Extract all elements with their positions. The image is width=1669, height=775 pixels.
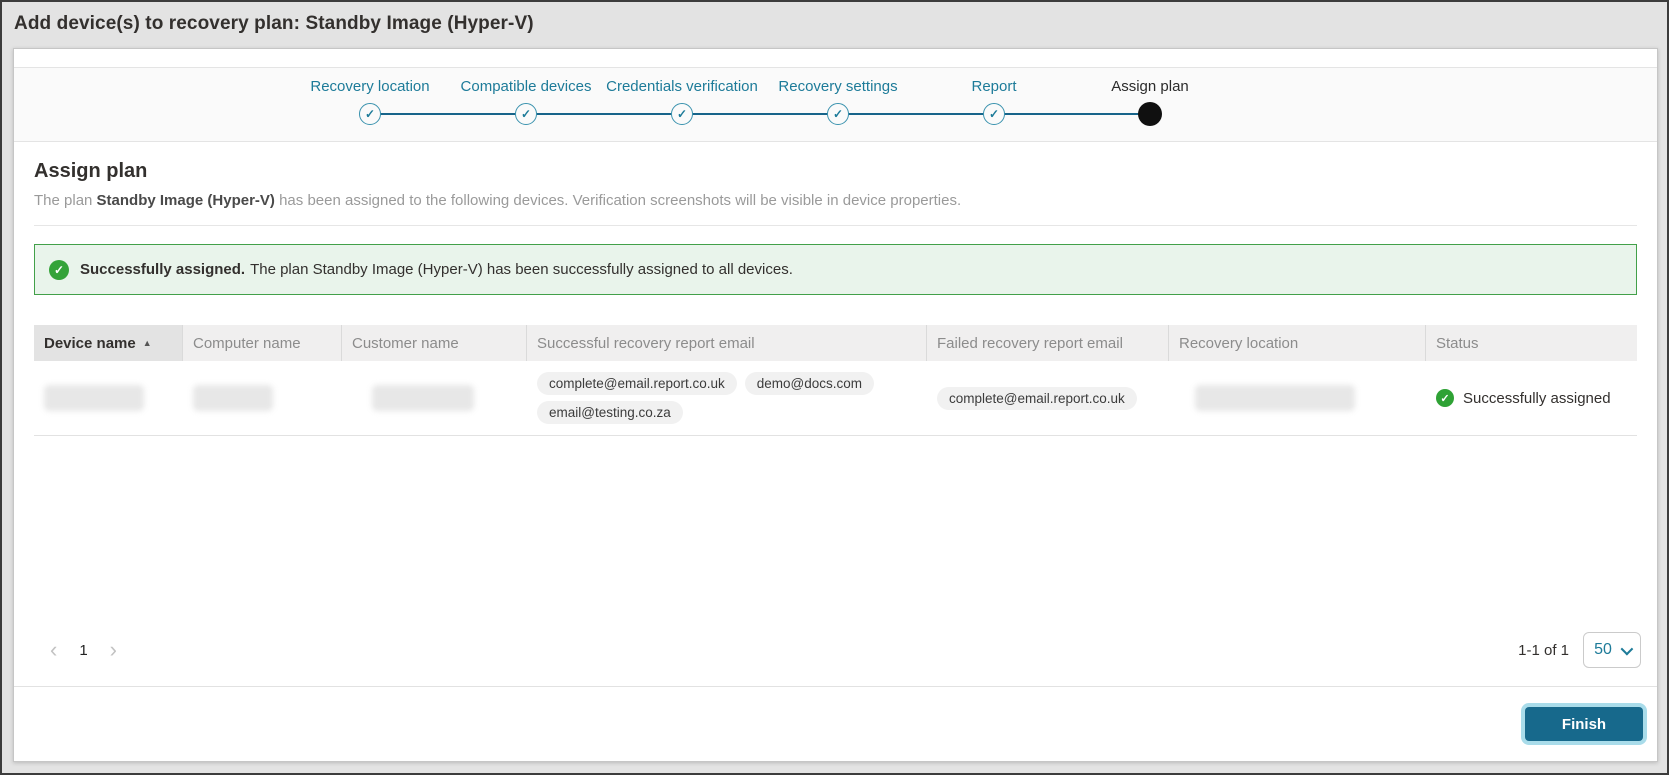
step-current-dot-icon: [1138, 102, 1162, 126]
next-page-icon[interactable]: ›: [108, 639, 119, 661]
cell-status: ✓ Successfully assigned: [1426, 361, 1637, 435]
column-header-successful-email[interactable]: Successful recovery report email: [527, 325, 927, 361]
redacted-computer-name: [193, 385, 273, 411]
cell-computer-name: [183, 361, 342, 435]
range-group: 1-1 of 1 50: [1518, 632, 1641, 668]
step-complete-check-icon: ✓: [515, 103, 537, 125]
step-credentials-verification[interactable]: Credentials verification ✓: [604, 68, 760, 141]
previous-page-icon[interactable]: ‹: [48, 639, 59, 661]
redacted-device-name: [44, 385, 144, 411]
email-pill: demo@docs.com: [744, 372, 875, 395]
item-range-label: 1-1 of 1: [1518, 641, 1569, 659]
step-report[interactable]: Report ✓: [916, 68, 1072, 141]
table-row: complete@email.report.co.uk demo@docs.co…: [34, 361, 1637, 436]
pagination-bar: ‹ 1 › 1-1 of 1 50: [14, 630, 1657, 670]
email-pill: email@testing.co.za: [537, 401, 683, 424]
step-complete-check-icon: ✓: [671, 103, 693, 125]
email-pill: complete@email.report.co.uk: [537, 372, 737, 395]
success-check-icon: ✓: [49, 259, 69, 280]
cell-customer-name: [342, 361, 527, 435]
step-complete-check-icon: ✓: [983, 103, 1005, 125]
step-complete-check-icon: ✓: [827, 103, 849, 125]
page-description: The plan Standby Image (Hyper-V) has bee…: [34, 192, 962, 209]
redacted-recovery-location: [1195, 385, 1355, 411]
titlebar: Add device(s) to recovery plan: Standby …: [2, 2, 1667, 46]
plan-name: Standby Image (Hyper-V): [96, 192, 275, 209]
stepper-steps: Recovery location ✓ Compatible devices ✓…: [14, 68, 1657, 141]
step-assign-plan[interactable]: Assign plan: [1072, 68, 1228, 141]
finish-button[interactable]: Finish: [1525, 707, 1643, 741]
wizard-card: Recovery location ✓ Compatible devices ✓…: [13, 48, 1658, 762]
status-check-icon: ✓: [1436, 389, 1454, 407]
cell-failed-emails: complete@email.report.co.uk: [927, 361, 1169, 435]
cell-successful-emails: complete@email.report.co.uk demo@docs.co…: [527, 361, 927, 435]
page-size-value: 50: [1594, 641, 1612, 658]
stepper: Recovery location ✓ Compatible devices ✓…: [14, 67, 1657, 142]
page-size-select[interactable]: 50: [1583, 632, 1641, 668]
step-compatible-devices[interactable]: Compatible devices ✓: [448, 68, 604, 141]
current-page-number[interactable]: 1: [79, 642, 87, 659]
column-header-computer-name[interactable]: Computer name: [183, 325, 342, 361]
success-alert: ✓ Successfully assigned. The plan Standb…: [34, 244, 1637, 295]
sort-ascending-icon: ▲: [142, 338, 152, 348]
column-header-status[interactable]: Status: [1426, 325, 1637, 361]
step-complete-check-icon: ✓: [359, 103, 381, 125]
page-title: Assign plan: [34, 160, 148, 182]
step-recovery-settings[interactable]: Recovery settings ✓: [760, 68, 916, 141]
cell-recovery-location: [1169, 361, 1426, 435]
email-pill: complete@email.report.co.uk: [937, 386, 1137, 410]
window-title: Add device(s) to recovery plan: Standby …: [14, 13, 534, 34]
divider: [34, 225, 1637, 226]
redacted-customer-name: [372, 385, 474, 411]
alert-title: Successfully assigned.: [80, 261, 246, 278]
column-header-failed-email[interactable]: Failed recovery report email: [927, 325, 1169, 361]
wizard-window: Add device(s) to recovery plan: Standby …: [0, 0, 1669, 775]
status-label: Successfully assigned: [1463, 389, 1611, 407]
devices-table: Device name ▲ Computer name Customer nam…: [34, 325, 1637, 436]
alert-message: The plan Standby Image (Hyper-V) has bee…: [250, 261, 793, 278]
step-recovery-location[interactable]: Recovery location ✓: [292, 68, 448, 141]
wizard-footer: Finish: [14, 686, 1657, 761]
column-header-customer-name[interactable]: Customer name: [342, 325, 527, 361]
pager: ‹ 1 ›: [48, 639, 119, 661]
table-header-row: Device name ▲ Computer name Customer nam…: [34, 325, 1637, 361]
step-content: Assign plan The plan Standby Image (Hype…: [14, 142, 1657, 630]
chevron-down-icon: [1620, 642, 1634, 655]
cell-device-name: [34, 361, 183, 435]
column-header-device-name[interactable]: Device name ▲: [34, 325, 183, 361]
column-header-recovery-location[interactable]: Recovery location: [1169, 325, 1426, 361]
